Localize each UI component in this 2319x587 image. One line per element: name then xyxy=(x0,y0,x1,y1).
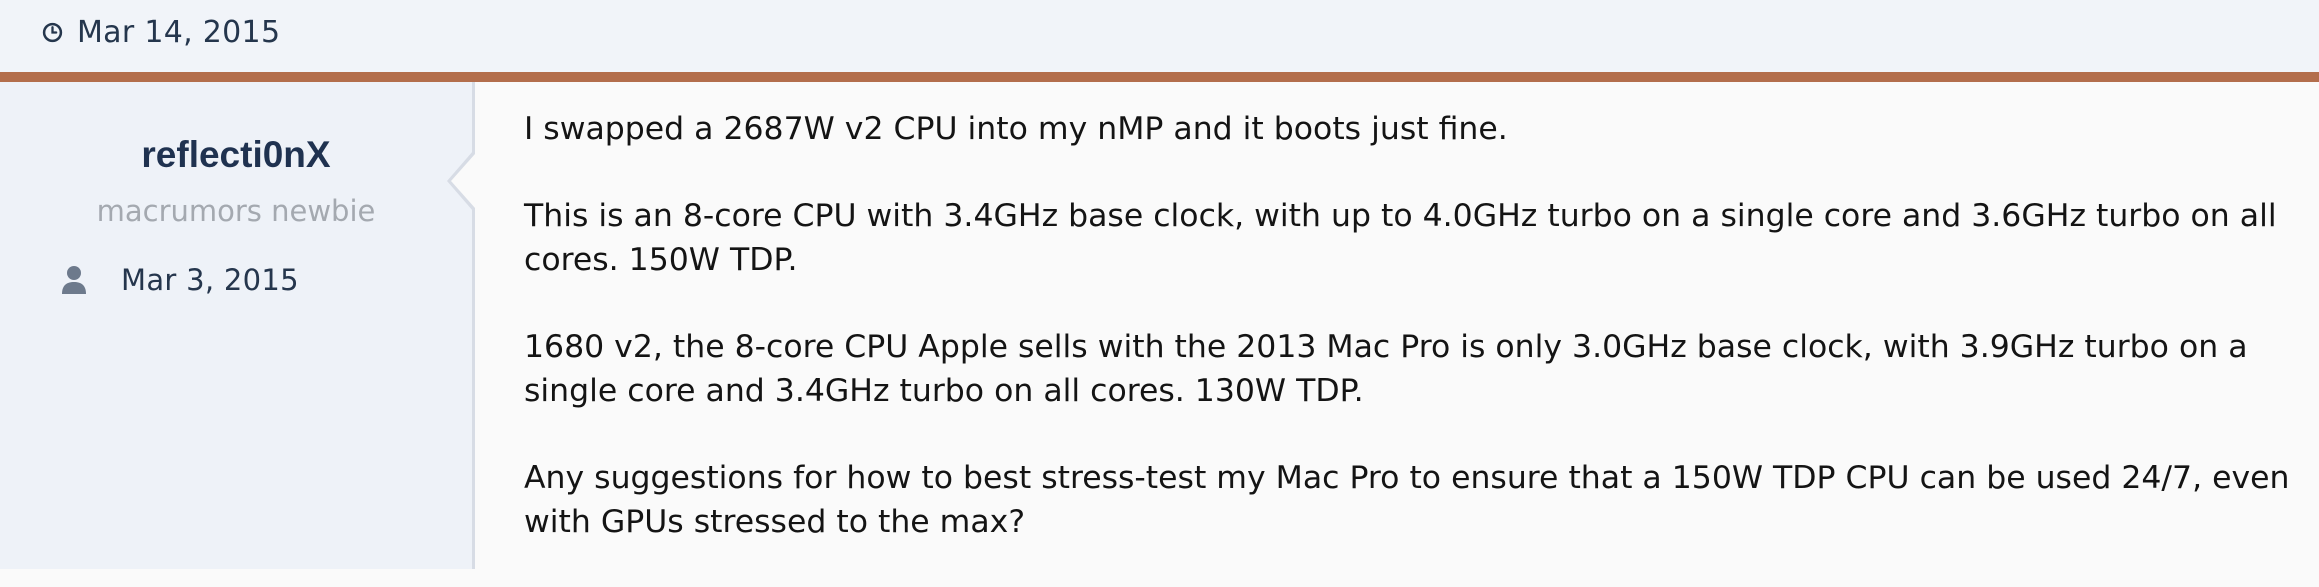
user-title: macrumors newbie xyxy=(96,194,376,228)
post-date-link[interactable]: Mar 14, 2015 xyxy=(42,14,280,50)
join-date: Mar 3, 2015 xyxy=(121,263,299,297)
message-paragraph: Any suggestions for how to best stress-t… xyxy=(524,460,2290,540)
message-pointer-fill xyxy=(451,154,475,208)
join-date-row: Mar 3, 2015 xyxy=(60,260,299,300)
message-paragraph: I swapped a 2687W v2 CPU into my nMP and… xyxy=(524,111,1508,147)
post-header: Mar 14, 2015 xyxy=(0,0,2319,72)
message-paragraph: 1680 v2, the 8-core CPU Apple sells with… xyxy=(524,329,2248,409)
post-date-text: Mar 14, 2015 xyxy=(77,14,281,50)
message-paragraph: This is an 8-core CPU with 3.4GHz base c… xyxy=(524,198,2277,278)
header-accent-bar xyxy=(0,72,2319,82)
user-icon xyxy=(62,266,86,294)
user-panel: reflecti0nX macrumors newbie Mar 3, 2015 xyxy=(0,82,475,569)
message-body: I swapped a 2687W v2 CPU into my nMP and… xyxy=(524,107,2294,587)
clock-icon xyxy=(42,22,63,43)
username[interactable]: reflecti0nX xyxy=(0,134,472,176)
